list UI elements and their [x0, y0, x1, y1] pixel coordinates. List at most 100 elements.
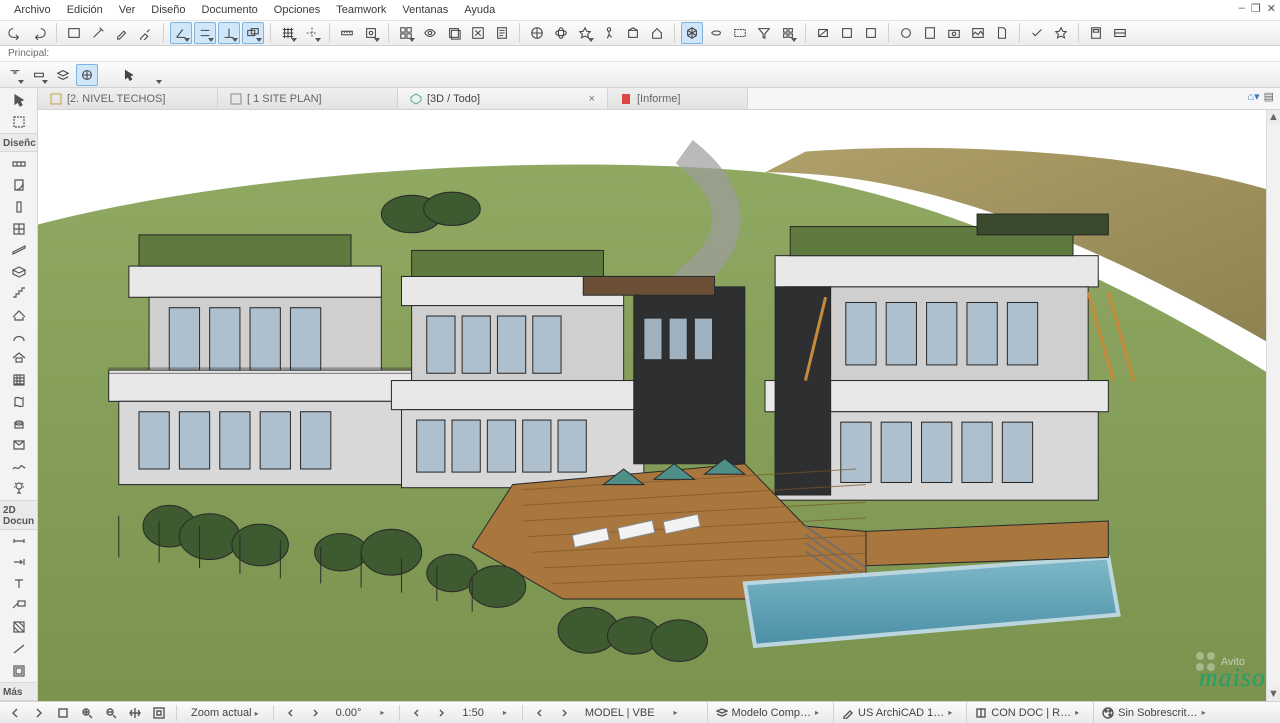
favorites-button[interactable]: [1050, 22, 1072, 44]
navigator-button[interactable]: [526, 22, 548, 44]
fill-tool[interactable]: [4, 617, 34, 638]
angle-constraint-button[interactable]: [170, 22, 192, 44]
curtain-wall-tool[interactable]: [4, 370, 34, 391]
zoom-in-button[interactable]: [78, 704, 96, 722]
text-tool[interactable]: [4, 574, 34, 595]
model-next-button[interactable]: [555, 704, 573, 722]
cutaway-button[interactable]: [705, 22, 727, 44]
column-tool[interactable]: [4, 197, 34, 218]
scale-next-button[interactable]: [432, 704, 450, 722]
section-button[interactable]: [812, 22, 834, 44]
scale-menu-button[interactable]: ▸: [496, 704, 514, 722]
pan-button[interactable]: [126, 704, 144, 722]
scroll-track[interactable]: [1267, 124, 1280, 687]
menu-ver[interactable]: Ver: [111, 2, 144, 18]
tab-informe[interactable]: [Informe]: [608, 88, 748, 109]
prev-view-button[interactable]: [282, 704, 300, 722]
zoom-out-button[interactable]: [102, 704, 120, 722]
mvodoc-chip[interactable]: CON DOC | R…▸: [966, 702, 1087, 723]
menu-opciones[interactable]: Opciones: [266, 2, 328, 18]
elements-3d-button[interactable]: [777, 22, 799, 44]
grid-button[interactable]: [277, 22, 299, 44]
door-tool[interactable]: [4, 175, 34, 196]
drawing-manager-button[interactable]: [1109, 22, 1131, 44]
selection-mode-button[interactable]: [4, 64, 26, 86]
zoom-indicator[interactable]: Zoom actual ▸: [185, 707, 265, 719]
home-view-button[interactable]: [646, 22, 668, 44]
line-tool[interactable]: [4, 639, 34, 660]
drawing-tool[interactable]: [4, 660, 34, 681]
window-maximize-icon[interactable]: ❐: [1251, 2, 1261, 15]
eyedropper-button[interactable]: [111, 22, 133, 44]
render-button[interactable]: [967, 22, 989, 44]
close-tab-icon[interactable]: ×: [589, 93, 595, 105]
window-close-icon[interactable]: ✕: [1267, 2, 1276, 15]
element-transfer-button[interactable]: [76, 64, 98, 86]
dimension-tool[interactable]: [4, 531, 34, 552]
menu-archivo[interactable]: Archivo: [6, 2, 59, 18]
offset-constraint-button[interactable]: [242, 22, 264, 44]
walk-button[interactable]: [598, 22, 620, 44]
3d-viewport[interactable]: Avito maiso ▲ ▼: [38, 110, 1280, 701]
roof-tool[interactable]: [4, 305, 34, 326]
skylight-tool[interactable]: [4, 348, 34, 369]
elevation-button[interactable]: [836, 22, 858, 44]
show-hide-button[interactable]: [419, 22, 441, 44]
scale-indicator[interactable]: 1:50: [456, 707, 489, 719]
camera-button[interactable]: [943, 22, 965, 44]
element-info-button[interactable]: [491, 22, 513, 44]
arrow-opts-button[interactable]: [142, 64, 164, 86]
redo-button[interactable]: [28, 22, 50, 44]
vertical-scrollbar[interactable]: ▲ ▼: [1266, 110, 1280, 701]
undo-button[interactable]: [4, 22, 26, 44]
menu-edicion[interactable]: Edición: [59, 2, 111, 18]
window-minimize-icon[interactable]: –: [1239, 2, 1245, 15]
snap-guides-button[interactable]: [301, 22, 323, 44]
print-layout-button[interactable]: [991, 22, 1013, 44]
trace-button[interactable]: [443, 22, 465, 44]
object-tool[interactable]: [4, 413, 34, 434]
look-button[interactable]: [622, 22, 644, 44]
next-view-button[interactable]: [306, 704, 324, 722]
tab-nivel-techos[interactable]: [2. NIVEL TECHOS]: [38, 88, 218, 109]
menu-diseno[interactable]: Diseño: [143, 2, 193, 18]
slab-tool[interactable]: [4, 261, 34, 282]
scale-prev-button[interactable]: [408, 704, 426, 722]
parallel-constraint-button[interactable]: [194, 22, 216, 44]
tab-overflow-icon[interactable]: ▤: [1264, 90, 1274, 103]
explore-button[interactable]: [574, 22, 596, 44]
3d-window-button[interactable]: [681, 22, 703, 44]
filter-3d-button[interactable]: [753, 22, 775, 44]
syringe-button[interactable]: [135, 22, 157, 44]
zone-tool[interactable]: [4, 435, 34, 456]
angle-indicator[interactable]: 0.00°: [330, 707, 368, 719]
new-view-button[interactable]: [63, 22, 85, 44]
stair-tool[interactable]: [4, 283, 34, 304]
layout-book-button[interactable]: [1085, 22, 1107, 44]
worksheet-button[interactable]: [919, 22, 941, 44]
marquee-3d-button[interactable]: [729, 22, 751, 44]
beam-tool[interactable]: [4, 240, 34, 261]
label-tool[interactable]: [4, 595, 34, 616]
pen-set-chip[interactable]: US ArchiCAD 1…▸: [833, 702, 960, 723]
ruler-button[interactable]: [336, 22, 358, 44]
quick-options-icon[interactable]: ⌂▾: [1247, 90, 1259, 103]
window-tool[interactable]: [4, 218, 34, 239]
magic-wand-button[interactable]: [87, 22, 109, 44]
nav-forward-button[interactable]: [30, 704, 48, 722]
lamp-tool[interactable]: [4, 478, 34, 499]
shell-tool[interactable]: [4, 326, 34, 347]
menu-ventanas[interactable]: Ventanas: [394, 2, 456, 18]
zoom-window-button[interactable]: [54, 704, 72, 722]
layer-combo-chip[interactable]: Modelo Comp…▸: [707, 702, 828, 723]
menu-documento[interactable]: Documento: [194, 2, 266, 18]
wall-tool[interactable]: [4, 153, 34, 174]
nav-back-button[interactable]: [6, 704, 24, 722]
model-view-indicator[interactable]: MODEL | VBE: [579, 707, 661, 719]
morph-tool[interactable]: [4, 391, 34, 412]
menu-teamwork[interactable]: Teamwork: [328, 2, 394, 18]
interior-elevation-button[interactable]: [860, 22, 882, 44]
detail-button[interactable]: [895, 22, 917, 44]
tab-site-plan[interactable]: [ 1 SITE PLAN]: [218, 88, 398, 109]
perpendicular-constraint-button[interactable]: [218, 22, 240, 44]
